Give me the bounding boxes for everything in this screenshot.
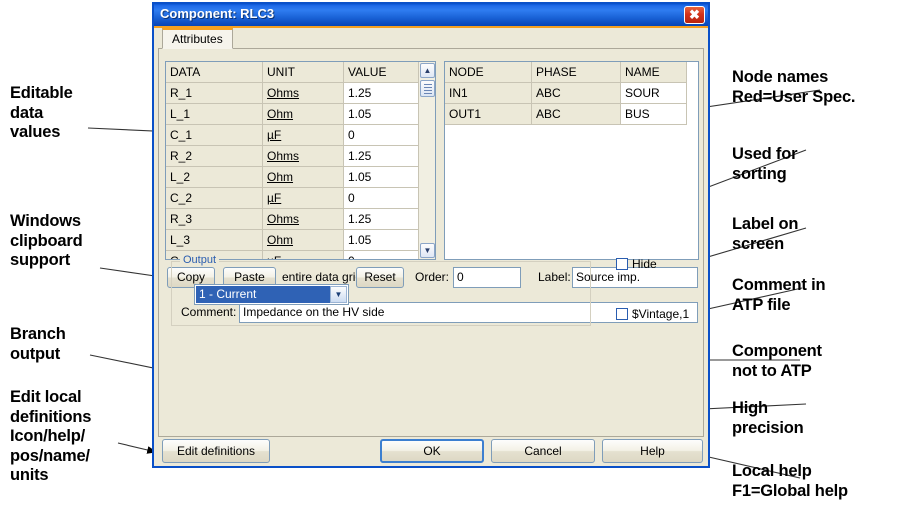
output-select[interactable]: 1 - Current ▼ [194, 284, 349, 305]
edit-definitions-button[interactable]: Edit definitions [162, 439, 270, 463]
scrollbar-thumb-grip [424, 84, 432, 94]
cell-data[interactable]: C_2 [166, 188, 263, 209]
cell-data[interactable]: R_1 [166, 83, 263, 104]
cell-node[interactable]: IN1 [445, 83, 532, 104]
chevron-down-icon[interactable]: ▼ [330, 286, 347, 303]
data-grid[interactable]: DATA UNIT VALUE R_1 Ohms 1.25 L_1 Ohm 1.… [165, 61, 436, 260]
scrollbar-thumb[interactable] [420, 80, 435, 97]
cell-unit[interactable]: Ohm [263, 230, 344, 251]
cell-data[interactable]: C_1 [166, 125, 263, 146]
cell-value[interactable]: 0 [344, 125, 420, 146]
table-row[interactable]: R_3 Ohms 1.25 [166, 209, 420, 230]
cell-unit[interactable]: Ohms [263, 83, 344, 104]
checkbox-box[interactable] [616, 258, 628, 270]
annotation-windows-clipboard-support: Windows clipboard support [10, 212, 82, 271]
output-group-title: Output [180, 254, 219, 266]
cell-value[interactable]: 1.25 [344, 209, 420, 230]
table-row[interactable]: IN1 ABC SOUR [445, 83, 687, 104]
cell-data[interactable]: R_2 [166, 146, 263, 167]
annotation-edit-local-definitions: Edit local definitions Icon/help/ pos/na… [10, 388, 91, 486]
vintage-checkbox[interactable]: $Vintage,1 [616, 307, 689, 321]
dialog-titlebar[interactable]: Component: RLC3 ✖ [154, 4, 708, 28]
cell-node[interactable]: OUT1 [445, 104, 532, 125]
output-select-value: 1 - Current [196, 286, 330, 303]
table-row[interactable]: R_1 Ohms 1.25 [166, 83, 420, 104]
data-grid-header-data: DATA [166, 62, 263, 83]
cell-data[interactable]: L_1 [166, 104, 263, 125]
close-icon[interactable]: ✖ [684, 6, 705, 24]
table-row[interactable]: C_1 µF 0 [166, 125, 420, 146]
node-grid[interactable]: NODE PHASE NAME IN1 ABC SOUR OUT1 ABC BU… [444, 61, 699, 260]
cell-data[interactable]: L_2 [166, 167, 263, 188]
table-row[interactable]: C_2 µF 0 [166, 188, 420, 209]
cell-unit[interactable]: µF [263, 125, 344, 146]
annotation-local-help: Local help F1=Global help [732, 462, 848, 501]
help-button[interactable]: Help [602, 439, 703, 463]
cell-value[interactable]: 0 [344, 251, 420, 261]
tab-strip-background [158, 28, 704, 49]
cell-unit[interactable]: Ohm [263, 104, 344, 125]
table-row[interactable]: OUT1 ABC BUS [445, 104, 687, 125]
cell-unit[interactable]: µF [263, 251, 344, 261]
cell-unit[interactable]: Ohms [263, 146, 344, 167]
table-row[interactable]: L_3 Ohm 1.05 [166, 230, 420, 251]
chevron-up-icon[interactable]: ▲ [420, 63, 435, 78]
chevron-down-icon[interactable]: ▼ [420, 243, 435, 258]
vintage-checkbox-label: $Vintage,1 [632, 307, 689, 321]
component-dialog: Component: RLC3 ✖ Attributes DATA UNIT V… [152, 2, 710, 468]
tab-attributes[interactable]: Attributes [162, 28, 233, 49]
dialog-title: Component: RLC3 [160, 6, 274, 21]
node-grid-header-node: NODE [445, 62, 532, 83]
annotation-editable-data-values: Editable data values [10, 84, 73, 143]
cell-value[interactable]: 1.25 [344, 146, 420, 167]
annotation-component-not-to-atp: Component not to ATP [732, 342, 822, 381]
cell-value[interactable]: 0 [344, 188, 420, 209]
cell-name[interactable]: BUS [621, 104, 687, 125]
annotation-branch-output: Branch output [10, 325, 66, 364]
data-grid-header-value: VALUE [344, 62, 420, 83]
cell-unit[interactable]: Ohm [263, 167, 344, 188]
node-grid-header-phase: PHASE [532, 62, 621, 83]
annotation-comment-in-atp: Comment in ATP file [732, 276, 825, 315]
data-grid-header-row: DATA UNIT VALUE [166, 62, 420, 83]
annotation-node-names: Node names Red=User Spec. [732, 68, 855, 107]
cell-value[interactable]: 1.05 [344, 230, 420, 251]
cell-name[interactable]: SOUR [621, 83, 687, 104]
annotation-high-precision: High precision [732, 399, 804, 438]
cell-data[interactable]: R_3 [166, 209, 263, 230]
annotation-label-on-screen: Label on screen [732, 215, 798, 254]
cell-unit[interactable]: Ohms [263, 209, 344, 230]
cell-data[interactable]: L_3 [166, 230, 263, 251]
ok-button[interactable]: OK [380, 439, 484, 463]
cell-phase[interactable]: ABC [532, 83, 621, 104]
cell-value[interactable]: 1.05 [344, 167, 420, 188]
table-row[interactable]: L_2 Ohm 1.05 [166, 167, 420, 188]
node-grid-header-row: NODE PHASE NAME [445, 62, 687, 83]
table-row[interactable]: R_2 Ohms 1.25 [166, 146, 420, 167]
attributes-tab-page: DATA UNIT VALUE R_1 Ohms 1.25 L_1 Ohm 1.… [158, 49, 704, 437]
data-grid-header-unit: UNIT [263, 62, 344, 83]
cell-value[interactable]: 1.05 [344, 104, 420, 125]
dialog-button-bar: Edit definitions OK Cancel Help [158, 439, 704, 466]
tab-strip: Attributes [158, 28, 704, 50]
cell-unit[interactable]: µF [263, 188, 344, 209]
checkbox-box[interactable] [616, 308, 628, 320]
cell-value[interactable]: 1.25 [344, 83, 420, 104]
data-grid-scrollbar[interactable]: ▲ ▼ [418, 62, 435, 259]
node-grid-header-name: NAME [621, 62, 687, 83]
hide-checkbox-label: Hide [632, 257, 657, 271]
hide-checkbox[interactable]: Hide [616, 257, 657, 271]
annotation-used-for-sorting: Used for sorting [732, 145, 797, 184]
table-row[interactable]: L_1 Ohm 1.05 [166, 104, 420, 125]
cancel-button[interactable]: Cancel [491, 439, 595, 463]
cell-phase[interactable]: ABC [532, 104, 621, 125]
